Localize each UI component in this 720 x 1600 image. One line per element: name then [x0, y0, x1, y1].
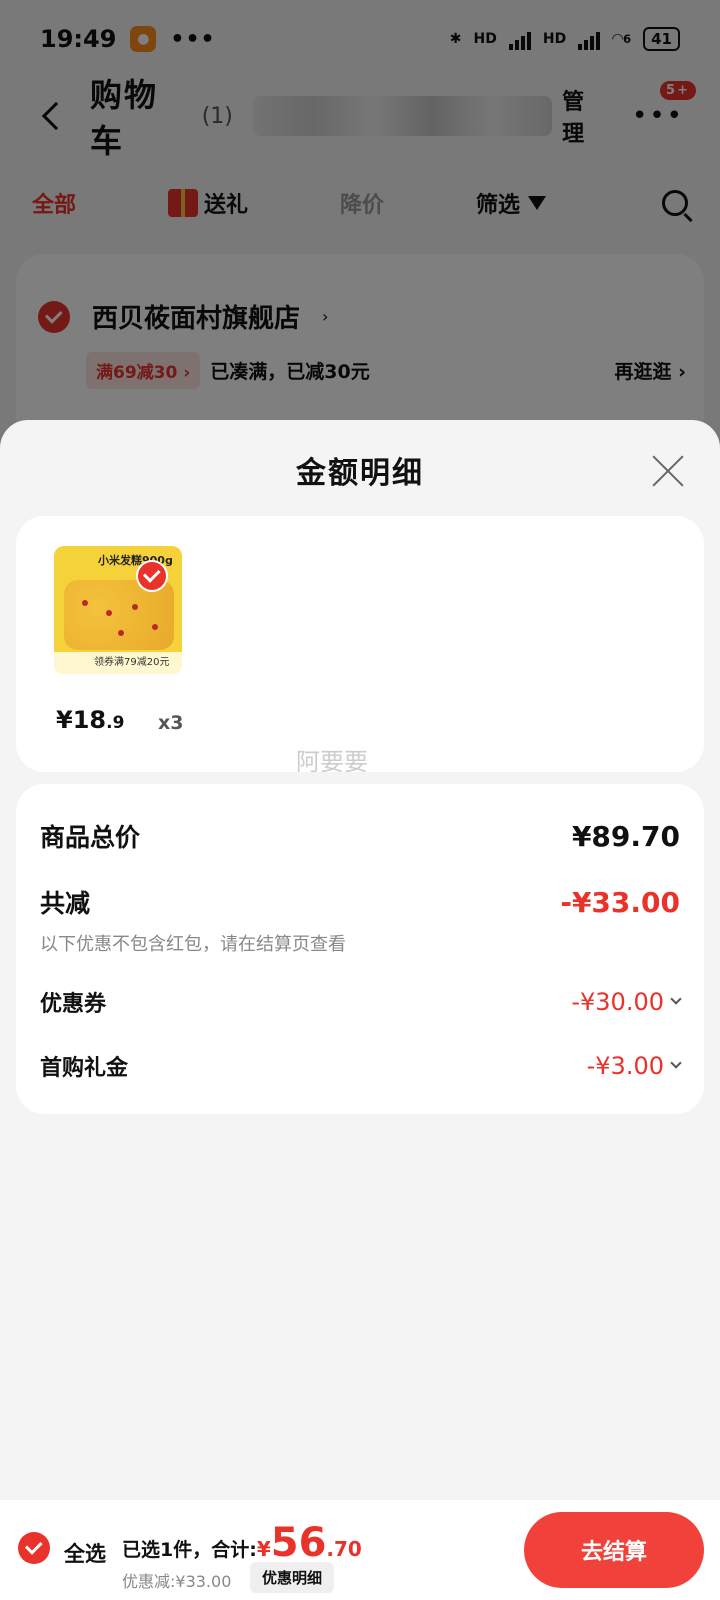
amount-integer: 56 — [270, 1520, 327, 1566]
amount-breakdown: 商品总价 ¥89.70 共减 -¥33.00 以下优惠不包含红包，请在结算页查看… — [16, 784, 704, 1114]
product-image[interactable]: 小米发糕900g 领券满79减20元 — [54, 546, 182, 674]
reduce-row: 共减 -¥33.00 — [40, 884, 680, 920]
coupon-row[interactable]: 优惠券 -¥30.00 — [40, 986, 682, 1018]
currency-symbol: ¥ — [256, 1537, 271, 1561]
watermark: 阿要要 — [296, 748, 368, 776]
amount-decimal: .70 — [326, 1537, 362, 1561]
total-summary: 已选1件，合计: ¥ 56 .70 — [122, 1520, 362, 1566]
product-quantity: x3 — [158, 712, 184, 734]
product-price-dec: .9 — [106, 713, 125, 733]
total-label: 商品总价 — [40, 823, 141, 852]
product-checked-icon — [136, 560, 168, 592]
select-all-checkbox[interactable] — [18, 1532, 50, 1564]
checkout-bar: 全选 已选1件，合计: ¥ 56 .70 优惠减:¥33.00 优惠明细 去结算 — [0, 1500, 720, 1600]
discount-summary: 优惠减:¥33.00 — [122, 1572, 232, 1591]
sheet-title: 金额明细 — [296, 456, 424, 491]
total-value: ¥89.70 — [571, 819, 680, 853]
firstbuy-label: 首购礼金 — [40, 1056, 129, 1081]
reduce-value: -¥33.00 — [560, 885, 680, 919]
discount-detail-button[interactable]: 优惠明细 — [250, 1562, 335, 1593]
coupon-value: -¥30.00 — [571, 988, 664, 1016]
reduce-label: 共减 — [40, 889, 91, 918]
select-all-label[interactable]: 全选 — [64, 1538, 106, 1568]
summary-label: 已选1件，合计: — [122, 1539, 257, 1561]
amount-detail-sheet: 金额明细 小米发糕900g 领券满79减20元 ¥18.9 x3 阿要要 商品总… — [0, 420, 720, 1500]
product-card: 小米发糕900g 领券满79减20元 ¥18.9 x3 — [16, 516, 704, 772]
product-price: ¥18.9 — [56, 706, 124, 734]
firstbuy-value: -¥3.00 — [586, 1052, 664, 1080]
checkout-button[interactable]: 去结算 — [524, 1512, 704, 1588]
coupon-label: 优惠券 — [40, 992, 107, 1017]
total-row: 商品总价 ¥89.70 — [40, 818, 680, 854]
close-icon[interactable] — [652, 454, 684, 486]
chevron-down-icon — [670, 993, 682, 1005]
firstbuy-row[interactable]: 首购礼金 -¥3.00 — [40, 1050, 682, 1082]
chevron-down-icon — [670, 1057, 682, 1069]
reduce-note: 以下优惠不包含红包，请在结算页查看 — [40, 934, 346, 955]
product-price-int: ¥18 — [56, 706, 107, 734]
product-image-coupon: 领券满79减20元 — [54, 652, 182, 674]
